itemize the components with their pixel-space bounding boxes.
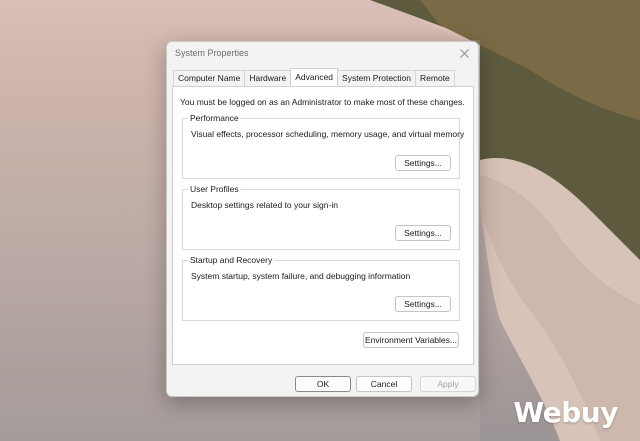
startup-recovery-description: System startup, system failure, and debu… (191, 271, 411, 281)
user-profiles-description: Desktop settings related to your sign-in (191, 200, 338, 210)
user-profiles-settings-button[interactable]: Settings... (395, 225, 451, 241)
system-properties-dialog: System Properties Computer Name Hardware… (166, 41, 479, 397)
title-bar[interactable]: System Properties (167, 42, 478, 66)
close-icon (459, 48, 469, 58)
tab-strip: Computer Name Hardware Advanced System P… (173, 68, 455, 86)
admin-note: You must be logged on as an Administrato… (180, 97, 465, 107)
tab-advanced[interactable]: Advanced (290, 68, 339, 86)
environment-variables-button[interactable]: Environment Variables... (363, 332, 459, 348)
startup-recovery-group: Startup and Recovery System startup, sys… (182, 255, 460, 321)
tab-hardware[interactable]: Hardware (244, 70, 292, 86)
apply-button[interactable]: Apply (420, 376, 476, 392)
webuy-watermark: Webuy (513, 396, 618, 429)
performance-settings-button[interactable]: Settings... (395, 155, 451, 171)
user-profiles-group-label: User Profiles (188, 184, 241, 194)
startup-recovery-settings-button[interactable]: Settings... (395, 296, 451, 312)
dialog-title: System Properties (175, 48, 249, 58)
cancel-button[interactable]: Cancel (356, 376, 412, 392)
performance-description: Visual effects, processor scheduling, me… (191, 129, 465, 139)
performance-group: Performance Visual effects, processor sc… (182, 113, 464, 179)
tab-remote[interactable]: Remote (415, 70, 455, 86)
performance-group-label: Performance (188, 113, 241, 123)
user-profiles-group: User Profiles Desktop settings related t… (182, 184, 460, 250)
ok-button[interactable]: OK (295, 376, 351, 392)
tab-system-protection[interactable]: System Protection (337, 70, 417, 86)
startup-recovery-group-label: Startup and Recovery (188, 255, 275, 265)
close-button[interactable] (456, 45, 472, 61)
tab-computer-name[interactable]: Computer Name (173, 70, 246, 86)
